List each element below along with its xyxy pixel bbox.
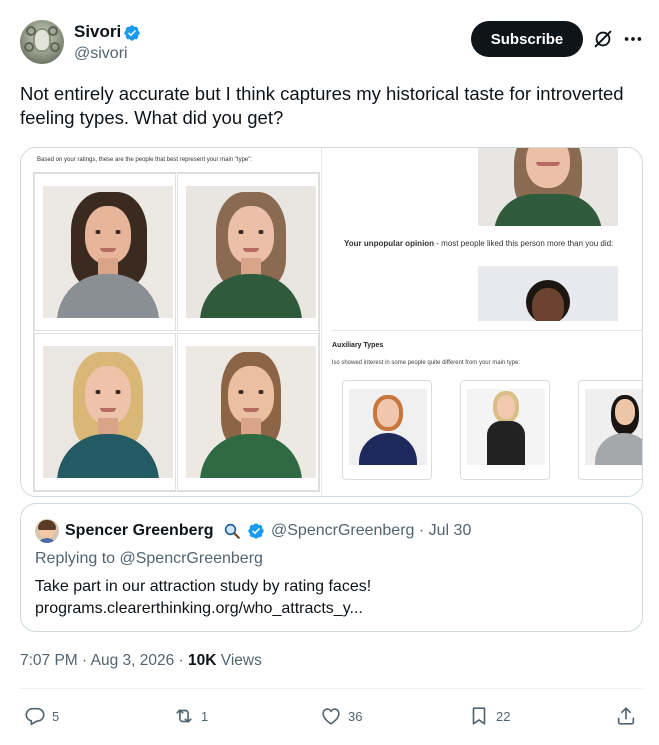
tweet-text: Not entirely accurate but I think captur…: [20, 83, 624, 128]
quoted-link[interactable]: programs.clearerthinking.org/who_attract…: [35, 598, 625, 620]
like-icon: [322, 708, 340, 725]
repost-count: 1: [201, 708, 209, 724]
unpopular-photo: [478, 266, 618, 321]
bookmark-button[interactable]: 22: [468, 705, 510, 727]
tweet-media-image[interactable]: Based on your ratings, these are the peo…: [20, 147, 643, 497]
reply-icon: [25, 707, 45, 726]
tweet-meta: 7:07 PM · Aug 3, 2026 · 10K Views: [20, 652, 262, 669]
bookmark-icon: [472, 707, 486, 725]
quoted-author-name[interactable]: Spencer Greenberg: [65, 522, 214, 540]
main-type-photo-4: [177, 333, 319, 491]
main-type-caption: Based on your ratings, these are the peo…: [37, 157, 253, 163]
share-icon: [617, 707, 635, 725]
auxiliary-types-subtitle: lso showed interest in some people quite…: [332, 360, 520, 366]
aux-photo-2: [460, 380, 550, 480]
reply-button[interactable]: 5: [24, 705, 59, 727]
author-display-name[interactable]: Sivori: [74, 22, 121, 42]
repost-button[interactable]: 1: [173, 705, 208, 727]
views-count: 10K: [188, 652, 217, 669]
bookmark-count: 22: [496, 708, 511, 724]
like-count: 36: [348, 708, 363, 724]
verified-badge-icon: [248, 523, 264, 539]
like-button[interactable]: 36: [320, 705, 362, 727]
quoted-handle-date[interactable]: @SpencrGreenberg · Jul 30: [271, 522, 471, 540]
aux-photo-1: [342, 380, 432, 480]
divider: [20, 688, 643, 689]
author-avatar[interactable]: [20, 20, 64, 64]
verified-badge-icon: [124, 25, 140, 41]
reply-count: 5: [52, 708, 60, 724]
grok-icon[interactable]: [592, 28, 614, 50]
secondary-panel: Your unpopular opinion - most people lik…: [322, 148, 642, 496]
main-type-panel: Based on your ratings, these are the peo…: [21, 148, 321, 496]
search-icon: [224, 523, 240, 539]
subscribe-button[interactable]: Subscribe: [471, 21, 583, 57]
aux-photo-3: [578, 380, 642, 480]
main-type-photo-2: [177, 173, 319, 331]
quoted-tweet[interactable]: Spencer Greenberg @SpencrGreenberg · Jul…: [20, 503, 643, 632]
author-handle[interactable]: @sivori: [74, 45, 128, 63]
tweet-timestamp[interactable]: 7:07 PM · Aug 3, 2026 ·: [20, 652, 188, 669]
top-photo: [478, 148, 618, 226]
main-type-grid: [33, 172, 320, 492]
unpopular-opinion-text: Your unpopular opinion - most people lik…: [344, 239, 614, 248]
share-button[interactable]: [615, 705, 637, 727]
auxiliary-types-title: Auxiliary Types: [332, 342, 384, 349]
quoted-tweet-text: Take part in our attraction study by rat…: [35, 576, 625, 620]
main-type-photo-1: [34, 173, 176, 331]
more-icon[interactable]: [622, 28, 644, 50]
replying-to: Replying to @SpencrGreenberg: [35, 550, 263, 567]
quoted-author-avatar[interactable]: [35, 519, 59, 543]
repost-icon: [176, 709, 192, 723]
main-type-photo-3: [34, 333, 176, 491]
